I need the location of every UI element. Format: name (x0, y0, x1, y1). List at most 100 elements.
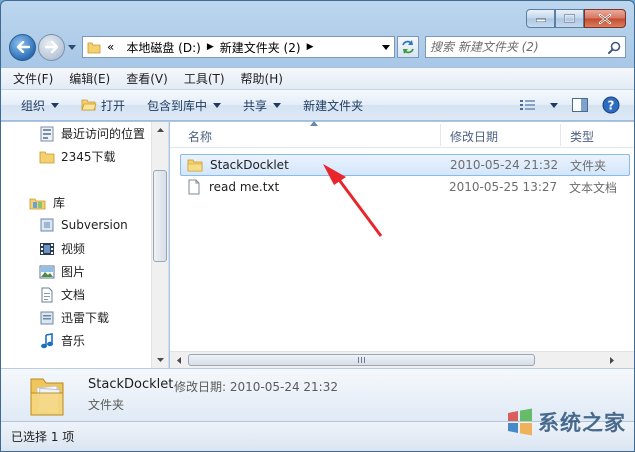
address-dropdown[interactable] (378, 37, 394, 57)
menu-edit[interactable]: 编辑(E) (69, 70, 110, 87)
search-input[interactable] (430, 40, 608, 54)
chevron-left-icon (177, 356, 181, 364)
include-in-library-button[interactable]: 包含到库中 (147, 97, 222, 114)
breadcrumb: « 本地磁盘 (D:) ▶ 新建文件夹 (2) ▶ (107, 39, 319, 56)
recent-pages-dropdown[interactable] (66, 39, 78, 55)
nav-item-music[interactable]: 音乐 (39, 332, 85, 349)
scrollbar-thumb[interactable] (153, 170, 167, 262)
nav-item-documents[interactable]: 文档 (39, 286, 85, 303)
refresh-button[interactable] (397, 36, 419, 58)
back-arrow-icon (16, 41, 30, 53)
details-modified: 修改日期: 2010-05-24 21:32 (174, 380, 338, 394)
caption-buttons (526, 9, 626, 28)
scroll-right-button[interactable] (604, 352, 620, 368)
nav-item-recent-places[interactable]: 最近访问的位置 (39, 125, 145, 142)
nav-item-thunder-downloads[interactable]: 迅雷下载 (39, 309, 109, 326)
nav-item-label: 最近访问的位置 (61, 127, 146, 141)
close-icon (599, 13, 611, 24)
column-header-row: 名称 修改日期 类型 (170, 121, 634, 148)
back-button[interactable] (9, 33, 36, 61)
preview-pane-icon[interactable] (572, 98, 588, 112)
close-button[interactable] (584, 9, 626, 28)
file-type: 文本文档 (569, 180, 618, 195)
watermark-text: 系统之家 (538, 411, 626, 435)
file-type: 文件夹 (570, 158, 607, 173)
menu-view[interactable]: 查看(V) (126, 70, 168, 87)
chevron-down-icon[interactable] (550, 102, 558, 108)
nav-group-libraries[interactable]: 库 (29, 194, 65, 211)
address-bar[interactable]: « 本地磁盘 (D:) ▶ 新建文件夹 (2) ▶ (82, 36, 395, 58)
column-divider[interactable] (440, 124, 441, 146)
chevron-down-icon (156, 358, 164, 362)
column-header-type[interactable]: 类型 (570, 128, 594, 145)
details-item-type: 文件夹 (88, 398, 125, 412)
file-name-cell: StackDocklet (187, 157, 289, 173)
chevron-up-icon (156, 128, 164, 132)
recent-places-icon (40, 126, 54, 141)
folder-icon (187, 159, 203, 172)
column-divider[interactable] (560, 124, 561, 146)
explorer-window: « 本地磁盘 (D:) ▶ 新建文件夹 (2) ▶ 搜索 新建文件夹 (2) 文… (0, 0, 635, 452)
file-row-readme[interactable]: read me.txt 2010-05-25 13:27 文本文档 (180, 176, 630, 198)
chevron-right-icon[interactable]: ▶ (307, 42, 314, 52)
change-view-button[interactable] (520, 99, 558, 111)
text-file-icon (188, 179, 200, 195)
column-header-modified[interactable]: 修改日期 (450, 128, 498, 145)
selection-count: 已选择 1 项 (11, 430, 75, 444)
scroll-up-button[interactable] (152, 122, 168, 138)
chevron-down-icon (51, 102, 60, 108)
nav-item-videos[interactable]: 视频 (39, 240, 85, 257)
help-icon[interactable]: ? (602, 96, 620, 114)
menu-bar: 文件(F) 编辑(E) 查看(V) 工具(T) 帮助(H) (1, 67, 634, 89)
refresh-icon (402, 40, 414, 54)
nav-item-2345-downloads[interactable]: 2345下载 (39, 148, 116, 165)
chevron-down-icon (213, 102, 222, 108)
nav-pane-vertical-scrollbar[interactable] (151, 122, 168, 368)
folder-icon (39, 151, 55, 163)
nav-item-label: 音乐 (61, 334, 86, 348)
document-icon (41, 287, 53, 302)
nav-item-label: 文档 (61, 288, 86, 302)
minimize-button[interactable] (526, 9, 555, 28)
breadcrumb-drive[interactable]: 本地磁盘 (D:) (126, 39, 200, 56)
share-label: 共享 (243, 98, 268, 113)
menu-file[interactable]: 文件(F) (13, 70, 53, 87)
include-library-label: 包含到库中 (147, 98, 208, 113)
column-header-name[interactable]: 名称 (188, 128, 212, 145)
maximize-button[interactable] (555, 9, 584, 28)
nav-item-label: 迅雷下载 (61, 311, 110, 325)
libraries-icon (29, 198, 46, 209)
menu-help[interactable]: 帮助(H) (241, 70, 283, 87)
nav-item-pictures[interactable]: 图片 (39, 263, 85, 280)
forward-button[interactable] (38, 33, 65, 61)
search-icon[interactable] (608, 41, 621, 54)
address-row: « 本地磁盘 (D:) ▶ 新建文件夹 (2) ▶ (9, 33, 626, 61)
new-folder-label: 新建文件夹 (303, 98, 364, 113)
scrollbar-thumb[interactable] (188, 354, 535, 366)
file-row-stackdocklet[interactable]: StackDocklet 2010-05-24 21:32 文件夹 (180, 154, 630, 176)
file-name-cell: read me.txt (186, 179, 279, 195)
chevron-right-icon (610, 356, 614, 364)
share-button[interactable]: 共享 (243, 97, 282, 114)
organize-button[interactable]: 组织 (21, 97, 60, 114)
chevron-down-icon (273, 102, 282, 108)
folder-icon (30, 378, 64, 416)
nav-item-label: 视频 (61, 242, 86, 256)
file-list-pane: 名称 修改日期 类型 StackDocklet 2010-05-24 21:32… (170, 121, 634, 368)
open-button[interactable]: 打开 (81, 97, 125, 114)
breadcrumb-folder[interactable]: 新建文件夹 (2) (220, 39, 301, 56)
new-folder-button[interactable]: 新建文件夹 (303, 97, 363, 114)
chevron-right-icon[interactable]: ▶ (207, 42, 214, 52)
chevron-down-icon (382, 44, 390, 50)
nav-item-subversion[interactable]: Subversion (39, 217, 128, 233)
scroll-down-button[interactable] (152, 352, 168, 368)
search-box[interactable] (425, 36, 626, 58)
command-bar: 组织 打开 包含到库中 共享 新建文件夹 ? (1, 89, 634, 121)
file-list-horizontal-scrollbar[interactable] (170, 351, 634, 368)
forward-arrow-icon (44, 41, 58, 53)
chevron-down-icon (68, 44, 76, 50)
menu-tools[interactable]: 工具(T) (184, 70, 225, 87)
breadcrumb-overflow[interactable]: « (107, 40, 114, 54)
scroll-left-button[interactable] (171, 352, 187, 368)
open-folder-icon (81, 99, 97, 111)
